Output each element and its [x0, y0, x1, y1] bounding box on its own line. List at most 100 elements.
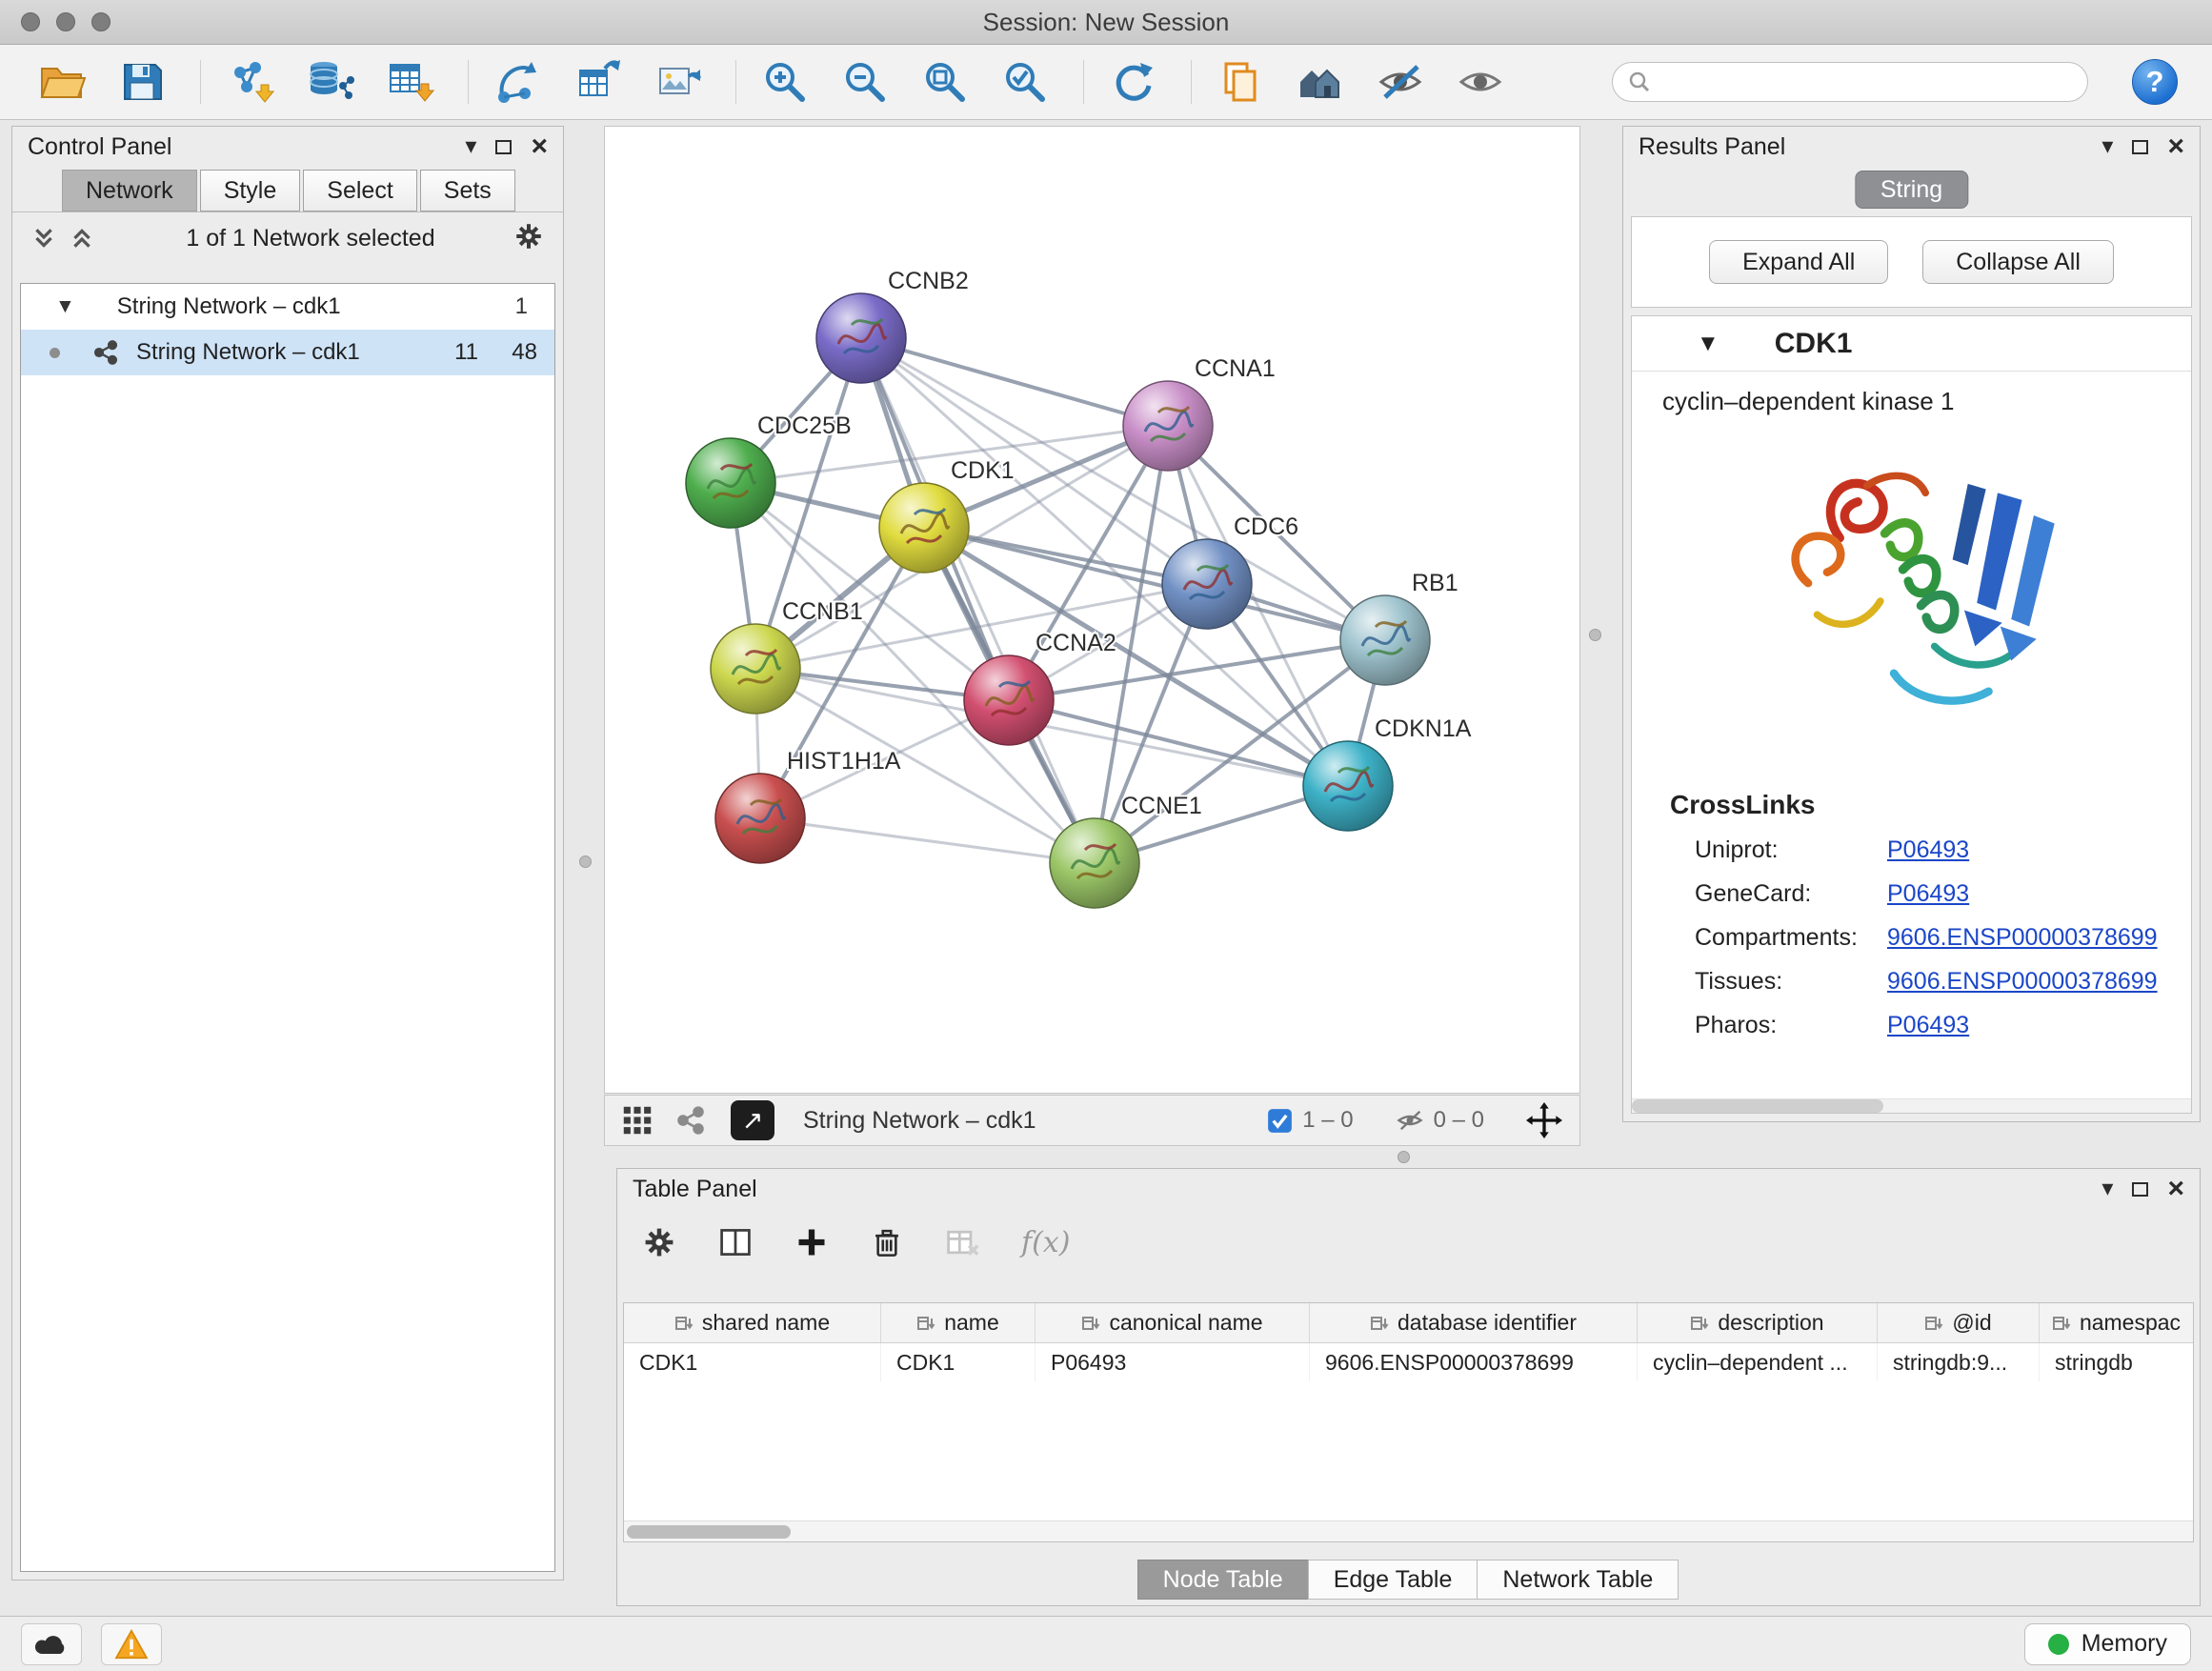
first-neighbors-button[interactable]: [1293, 54, 1348, 110]
column-header-description[interactable]: description: [1638, 1303, 1878, 1342]
cell-canonical-name[interactable]: P06493: [1036, 1343, 1310, 1381]
float-panel-icon[interactable]: ▾: [465, 135, 476, 158]
export-network-button[interactable]: [570, 54, 625, 110]
network-node-CDKN1A[interactable]: CDKN1A: [1303, 715, 1472, 831]
network-node-CCNB2[interactable]: CCNB2: [816, 268, 969, 383]
hide-selected-button[interactable]: [1373, 54, 1428, 110]
string-results-tab[interactable]: String: [1855, 171, 1968, 209]
scrollbar-thumb[interactable]: [627, 1525, 791, 1539]
zoom-selected-button[interactable]: [997, 54, 1053, 110]
add-column-icon[interactable]: [794, 1225, 829, 1259]
cell-name[interactable]: CDK1: [881, 1343, 1036, 1381]
network-node-CCNA1[interactable]: CCNA1: [1123, 355, 1276, 471]
column-header-name[interactable]: name: [881, 1303, 1036, 1342]
network-node-HIST1H1A[interactable]: HIST1H1A: [715, 748, 901, 863]
crosslink-link[interactable]: P06493: [1887, 836, 1969, 864]
table-row[interactable]: CDK1 CDK1 P06493 9606.ENSP00000378699 cy…: [624, 1343, 2193, 1381]
collapse-all-icon[interactable]: [31, 226, 56, 251]
column-header-shared-name[interactable]: shared name: [624, 1303, 881, 1342]
column-header-id[interactable]: @id: [1878, 1303, 2040, 1342]
help-button[interactable]: ?: [2132, 59, 2178, 105]
snapshot-button[interactable]: [1213, 54, 1268, 110]
crosslink-link[interactable]: P06493: [1887, 880, 1969, 908]
maximize-panel-icon[interactable]: [2132, 140, 2148, 154]
network-edge-HIST1H1A-CCNE1[interactable]: [760, 818, 1095, 863]
open-session-button[interactable]: [34, 54, 90, 110]
network-row-selected[interactable]: String Network – cdk1 11 48: [21, 330, 554, 375]
minimize-window-button[interactable]: [56, 12, 75, 31]
export-image-button[interactable]: [650, 54, 705, 110]
show-columns-icon[interactable]: [718, 1225, 753, 1259]
column-header-canonical-name[interactable]: canonical name: [1036, 1303, 1310, 1342]
selected-checkbox-icon[interactable]: [1267, 1108, 1293, 1134]
network-node-CCNE1[interactable]: CCNE1: [1050, 793, 1202, 908]
network-node-CDC6[interactable]: CDC6: [1162, 513, 1298, 629]
vertical-splitter-handle[interactable]: [579, 856, 592, 868]
crosslink-link[interactable]: 9606.ENSP00000378699: [1887, 924, 2158, 952]
tab-node-table[interactable]: Node Table: [1137, 1560, 1309, 1600]
hidden-eye-slash-icon[interactable]: [1396, 1106, 1424, 1135]
column-header-namespace[interactable]: namespac: [2040, 1303, 2193, 1342]
function-builder-icon[interactable]: f(x): [1021, 1226, 1070, 1259]
network-list-icon[interactable]: [675, 1105, 706, 1136]
cell-id[interactable]: stringdb:9...: [1878, 1343, 2040, 1381]
network-edge-CCNB2-CCNE1[interactable]: [861, 338, 1095, 863]
delete-column-trash-icon[interactable]: [871, 1226, 903, 1258]
expand-all-button[interactable]: Expand All: [1709, 240, 1888, 284]
cell-description[interactable]: cyclin–dependent ...: [1638, 1343, 1878, 1381]
new-network-from-selection-button[interactable]: [490, 54, 545, 110]
network-node-RB1[interactable]: RB1: [1340, 570, 1458, 685]
float-panel-icon[interactable]: ▾: [2101, 1178, 2113, 1200]
crosslink-link[interactable]: 9606.ENSP00000378699: [1887, 968, 2158, 996]
cloud-status-button[interactable]: [21, 1623, 82, 1665]
network-node-CDK1[interactable]: CDK1: [879, 457, 1015, 573]
show-all-button[interactable]: [1453, 54, 1508, 110]
gene-section-header[interactable]: ▼ CDK1: [1632, 316, 2191, 372]
memory-button[interactable]: Memory: [2024, 1623, 2191, 1665]
column-header-database-identifier[interactable]: database identifier: [1310, 1303, 1638, 1342]
tab-sets[interactable]: Sets: [420, 170, 515, 211]
horizontal-splitter-handle[interactable]: [1398, 1151, 1410, 1163]
close-panel-icon[interactable]: ×: [531, 132, 548, 161]
search-input[interactable]: [1660, 69, 2072, 95]
tab-network[interactable]: Network: [62, 170, 197, 211]
network-collection-row[interactable]: ▼ String Network – cdk1 1: [21, 284, 554, 330]
tab-style[interactable]: Style: [200, 170, 301, 211]
network-node-CCNB1[interactable]: CCNB1: [711, 598, 863, 714]
horizontal-scrollbar[interactable]: [624, 1520, 2193, 1541]
float-panel-icon[interactable]: ▾: [2101, 135, 2113, 158]
collapse-all-button[interactable]: Collapse All: [1922, 240, 2114, 284]
cell-namespace[interactable]: stringdb: [2040, 1343, 2193, 1381]
tab-network-table[interactable]: Network Table: [1477, 1560, 1679, 1600]
horizontal-scrollbar[interactable]: [1632, 1098, 2191, 1113]
network-graph[interactable]: CCNB2CCNA1CDC25BCDK1CDC6RB1CCNB1CCNA2CDK…: [605, 127, 1579, 1093]
network-options-gear-icon[interactable]: [513, 221, 544, 256]
import-network-from-database-button[interactable]: [302, 54, 357, 110]
crosslink-link[interactable]: P06493: [1887, 1012, 1969, 1039]
close-panel-icon[interactable]: ×: [2167, 1175, 2184, 1203]
import-table-from-file-button[interactable]: [382, 54, 437, 110]
close-panel-icon[interactable]: ×: [2167, 132, 2184, 161]
maximize-panel-icon[interactable]: [495, 140, 512, 154]
tab-edge-table[interactable]: Edge Table: [1308, 1560, 1478, 1600]
grid-view-icon[interactable]: [622, 1105, 653, 1136]
navigate-crosshair-icon[interactable]: [1526, 1102, 1562, 1138]
search-box[interactable]: [1612, 62, 2088, 102]
zoom-fit-button[interactable]: [917, 54, 973, 110]
collapse-arrow-icon[interactable]: ▼: [55, 295, 75, 318]
tab-select[interactable]: Select: [303, 170, 416, 211]
cell-shared-name[interactable]: CDK1: [624, 1343, 881, 1381]
collapse-arrow-icon[interactable]: ▼: [1697, 331, 1719, 357]
close-window-button[interactable]: [21, 12, 40, 31]
vertical-splitter-handle[interactable]: [1589, 629, 1601, 641]
apply-layout-button[interactable]: [1105, 54, 1160, 110]
scrollbar-thumb[interactable]: [1632, 1099, 1883, 1113]
save-session-button[interactable]: [114, 54, 170, 110]
maximize-panel-icon[interactable]: [2132, 1182, 2148, 1197]
network-canvas[interactable]: CCNB2CCNA1CDC25BCDK1CDC6RB1CCNB1CCNA2CDK…: [604, 126, 1580, 1094]
zoom-out-button[interactable]: [837, 54, 893, 110]
maximize-window-button[interactable]: [91, 12, 111, 31]
cell-database-identifier[interactable]: 9606.ENSP00000378699: [1310, 1343, 1638, 1381]
expand-all-icon[interactable]: [70, 226, 94, 251]
detach-view-button[interactable]: ↗: [731, 1100, 774, 1140]
